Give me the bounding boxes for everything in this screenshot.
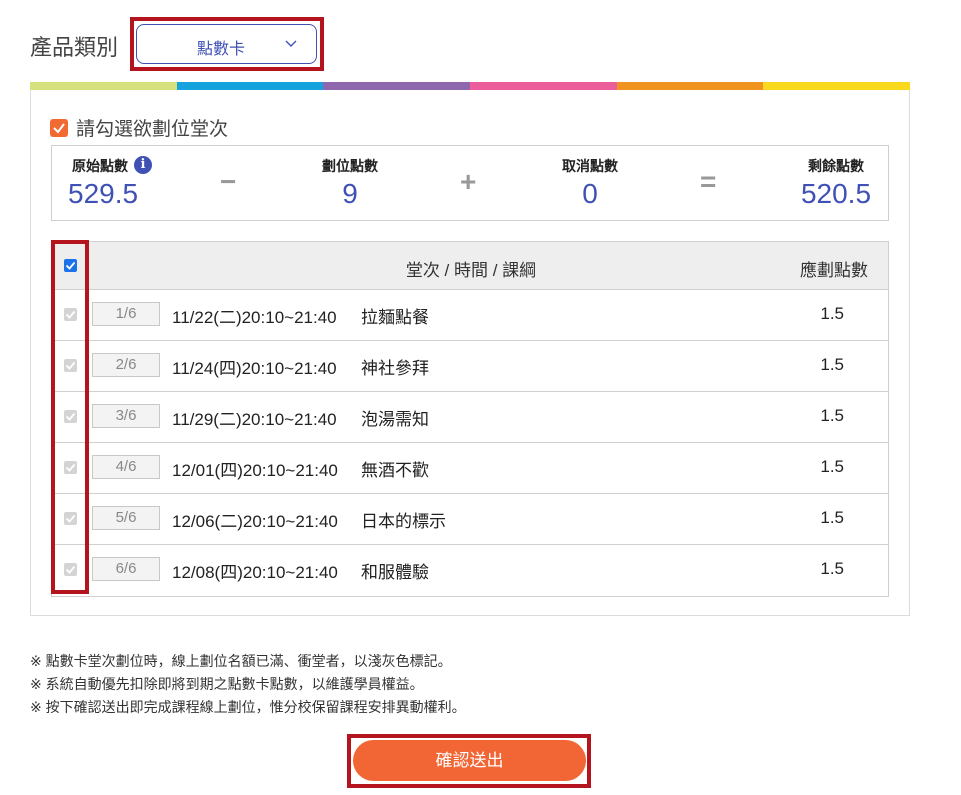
session-points: 1.5: [820, 355, 844, 374]
select-sessions-checkbox[interactable]: [50, 118, 68, 137]
table-row: 4/6 12/01(四)20:10~21:40 無酒不歡 1.5: [52, 443, 888, 494]
session-time: 12/08(四)20:10~21:40: [172, 563, 338, 582]
original-points-title-text: 原始點數: [72, 158, 128, 174]
session-topic: 拉麵點餐: [361, 308, 429, 327]
stripe-segment: [176, 82, 324, 90]
table-row: 2/6 11/24(四)20:10~21:40 神社參拜 1.5: [52, 341, 888, 392]
session-time: 11/29(二)20:10~21:40: [172, 410, 337, 429]
session-topic: 日本的標示: [361, 512, 446, 531]
session-points: 1.5: [820, 457, 844, 476]
cancelled-points: 取消點數 0: [548, 156, 632, 210]
session-points: 1.5: [820, 508, 844, 527]
cancelled-points-value: 0: [582, 178, 598, 209]
session-sequence: 3/6: [92, 404, 160, 428]
stripe-segment: [470, 82, 617, 90]
checkbox-column-highlight: [51, 240, 89, 594]
remaining-points-value: 520.5: [800, 178, 872, 209]
header-session-time-topic: 堂次 / 時間 / 課綱: [405, 261, 537, 280]
session-sequence: 6/6: [92, 557, 160, 581]
minus-operator: −: [220, 166, 237, 197]
session-points: 1.5: [820, 559, 844, 578]
session-sequence: 5/6: [92, 506, 160, 530]
session-sequence: 2/6: [92, 353, 160, 377]
booked-points-title: 劃位點數: [322, 158, 378, 174]
session-topic: 和服體驗: [361, 563, 429, 582]
session-time: 11/24(四)20:10~21:40: [172, 359, 337, 378]
original-points: 原始點數 i 529.5: [68, 156, 152, 210]
check-icon: [53, 122, 65, 134]
session-sequence: 4/6: [92, 455, 160, 479]
session-points: 1.5: [820, 406, 844, 425]
original-points-title: 原始點數 i: [68, 156, 152, 176]
select-sessions-row: 請勾選欲劃位堂次: [50, 114, 228, 141]
session-topic: 無酒不歡: [361, 461, 429, 480]
stripe-segment: [763, 82, 911, 90]
remaining-points: 剩餘點數 520.5: [788, 156, 884, 210]
equals-operator: =: [700, 166, 717, 197]
note-line: ※ 點數卡堂次劃位時，線上劃位名額已滿、衝堂者，以淺灰色標記。: [30, 653, 452, 669]
table-row: 6/6 12/08(四)20:10~21:40 和服體驗 1.5: [52, 545, 888, 596]
plus-operator: +: [460, 166, 477, 197]
info-icon[interactable]: i: [134, 156, 152, 174]
product-category-label: 產品類別: [30, 35, 119, 60]
session-time: 12/01(四)20:10~21:40: [172, 461, 338, 480]
stripe-segment: [30, 82, 177, 90]
booked-points-value: 9: [342, 178, 358, 209]
table-header: 堂次 / 時間 / 課綱 應劃點數: [52, 242, 888, 290]
note-line: ※ 按下確認送出即完成課程線上劃位，惟分校保留課程安排異動權利。: [30, 699, 466, 715]
notes: ※ 點數卡堂次劃位時，線上劃位名額已滿、衝堂者，以淺灰色標記。 ※ 系統自動優先…: [30, 650, 466, 719]
select-sessions-label: 請勾選欲劃位堂次: [76, 119, 229, 140]
table-row: 1/6 11/22(二)20:10~21:40 拉麵點餐 1.5: [52, 290, 888, 341]
session-points: 1.5: [820, 304, 844, 323]
session-topic: 神社參拜: [361, 359, 429, 378]
header-points: 應劃點數: [800, 261, 868, 280]
table-row: 3/6 11/29(二)20:10~21:40 泡湯需知 1.5: [52, 392, 888, 443]
session-time: 12/06(二)20:10~21:40: [172, 512, 338, 531]
sessions-table: 堂次 / 時間 / 課綱 應劃點數 1/6 11/22(二)20:10~21:40…: [51, 241, 889, 597]
note-line: ※ 系統自動優先扣除即將到期之點數卡點數，以維護學員權益。: [30, 676, 424, 692]
session-time: 11/22(二)20:10~21:40: [172, 308, 337, 327]
stripe-segment: [616, 82, 764, 90]
stripe-segment: [323, 82, 471, 90]
product-category-select[interactable]: 點數卡: [136, 24, 317, 64]
points-summary: 原始點數 i 529.5 − 劃位點數 9 + 取消點數 0 = 剩餘點數 520…: [51, 145, 889, 221]
session-sequence: 1/6: [92, 302, 160, 326]
table-row: 5/6 12/06(二)20:10~21:40 日本的標示 1.5: [52, 494, 888, 545]
product-category-value: 點數卡: [197, 41, 246, 58]
session-topic: 泡湯需知: [361, 410, 429, 429]
color-stripe: [30, 82, 911, 90]
remaining-points-title: 剩餘點數: [808, 158, 864, 174]
cancelled-points-title: 取消點數: [562, 158, 618, 174]
confirm-submit-button[interactable]: 確認送出: [353, 740, 586, 781]
booked-points: 劃位點數 9: [308, 156, 392, 210]
original-points-value: 529.5: [68, 178, 139, 209]
table-body: 1/6 11/22(二)20:10~21:40 拉麵點餐 1.5 2/6 11/24(四)…: [52, 290, 888, 596]
chevron-down-icon: [285, 40, 297, 47]
